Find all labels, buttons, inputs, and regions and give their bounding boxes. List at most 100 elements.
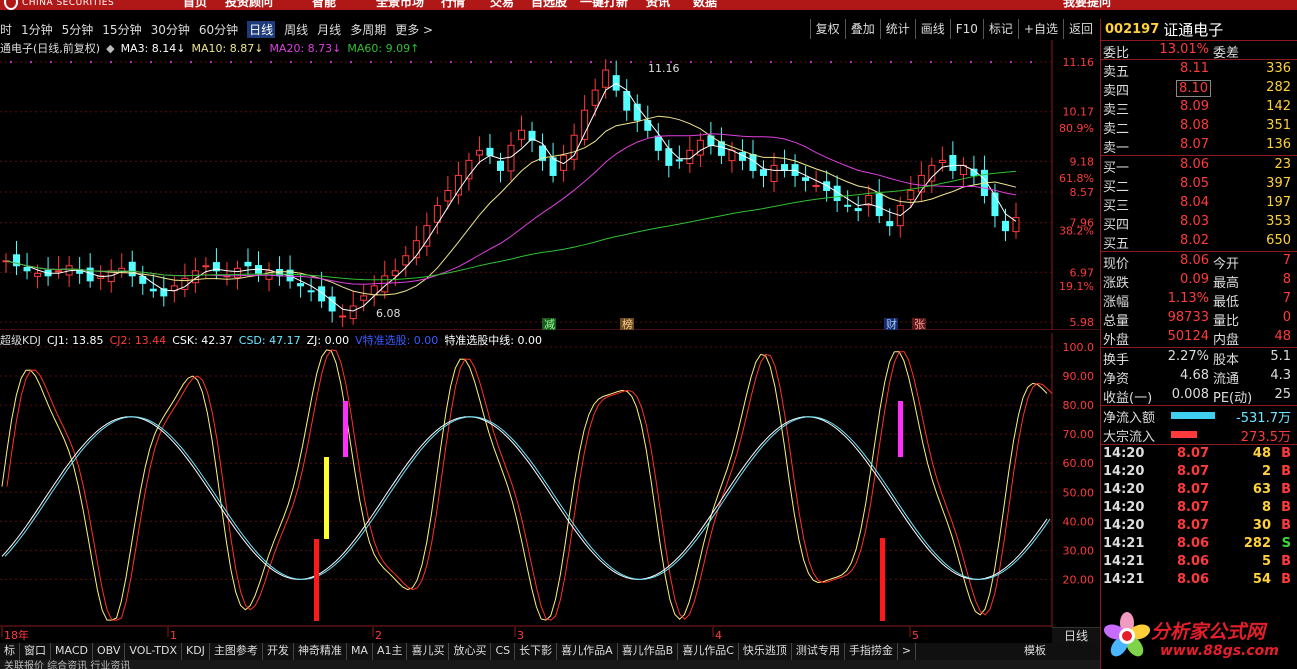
tick-time: 14:21	[1103, 554, 1145, 569]
date-axis-label: 4	[715, 629, 722, 642]
ask-volume: 336	[1266, 61, 1291, 76]
indicator-tab[interactable]: >	[898, 643, 917, 660]
indicator-tab[interactable]: 神奇精准	[294, 643, 347, 660]
indicator-tab[interactable]: MA	[347, 643, 373, 660]
indicator-tab[interactable]: MACD	[51, 643, 93, 660]
indicator-tab[interactable]: 开发	[263, 643, 294, 660]
stock-code: 002197	[1105, 22, 1160, 37]
tick-side: B	[1281, 554, 1291, 569]
menu-ipo[interactable]: 一键打新	[580, 0, 628, 10]
indicator-tab[interactable]: 手指捞金	[845, 643, 898, 660]
indicator-tab[interactable]: CS	[491, 643, 516, 660]
ask-row[interactable]: 卖四 8.10 282	[1101, 79, 1297, 99]
indicator-tab[interactable]: 喜儿买	[407, 643, 450, 660]
indicator-grid: 100.0 90.00 80.00 70.00 60.00 50.00 40.00 30.00…	[0, 333, 1094, 643]
tab-time[interactable]: 时	[0, 21, 12, 38]
back-button[interactable]: 返回	[1062, 19, 1098, 39]
signal-bar	[314, 539, 319, 621]
tick-side: B	[1281, 446, 1291, 461]
indicator-tab[interactable]: OBV	[93, 643, 126, 660]
price-axis: 11.1610.1780.9%9.1861.8%8.577.9638.2%6.9…	[1059, 56, 1094, 329]
menu-home[interactable]: 首页	[183, 0, 207, 10]
bid-row[interactable]: 买一 8.06 23	[1101, 156, 1297, 176]
tick-side: B	[1281, 518, 1291, 533]
indicator-tab[interactable]: 窗口	[20, 643, 51, 660]
price-axis-label: 5.98	[1070, 316, 1095, 329]
overlay-button[interactable]: 叠加	[844, 19, 880, 39]
day-tab[interactable]: 日线	[1052, 627, 1100, 643]
date-axis: 18年 1 2 3 4 5	[0, 627, 1052, 643]
indicator-tab[interactable]: 标	[0, 643, 20, 660]
mark-button[interactable]: 标记	[982, 19, 1018, 39]
menu-data[interactable]: 数据	[693, 0, 717, 10]
indicator-tab[interactable]: 快乐逃顶	[739, 643, 792, 660]
event-marker[interactable]: 张	[914, 318, 925, 330]
indicator-tab[interactable]: 放心买	[449, 643, 492, 660]
candlestick-chart[interactable]: 11.1610.1780.9%9.1861.8%8.577.9638.2%6.9…	[0, 40, 1100, 330]
model-tab[interactable]: 模板	[1018, 643, 1052, 660]
kdj-indicator-chart[interactable]: 100.0 90.00 80.00 70.00 60.00 50.00 40.00 30.00…	[0, 333, 1100, 643]
ask-row[interactable]: 卖五 8.11 336	[1101, 60, 1297, 80]
event-marker[interactable]: 减	[544, 318, 555, 330]
candle-body	[1001, 220, 1009, 232]
candle-body	[149, 288, 157, 292]
ask-row[interactable]: 卖二 8.08 351	[1101, 117, 1297, 137]
tab-weekly[interactable]: 周线	[284, 21, 308, 38]
bid-row[interactable]: 买五 8.02 650	[1101, 232, 1297, 252]
bid-row[interactable]: 买三 8.04 197	[1101, 194, 1297, 214]
tick-time: 14:20	[1103, 482, 1145, 497]
tick-row: 14:20 8.07 2 B	[1101, 463, 1297, 481]
ask-row[interactable]: 卖三 8.09 142	[1101, 98, 1297, 118]
draw-button[interactable]: 画线	[914, 19, 950, 39]
tab-more[interactable]: 更多 >	[395, 21, 433, 38]
candle-body	[781, 164, 789, 171]
date-axis-label: 2	[375, 629, 382, 642]
indicator-axis-label: 60.00	[1063, 457, 1095, 470]
flow-label: 净流入额	[1103, 411, 1156, 426]
menu-advisor[interactable]: 投资顾问	[225, 0, 273, 10]
candle-body	[549, 157, 557, 176]
bid-label: 买四	[1103, 218, 1130, 233]
menu-smart[interactable]: 智能	[312, 0, 336, 10]
event-marker[interactable]: 榜	[622, 317, 633, 330]
ask-volume: 351	[1266, 118, 1291, 133]
tab-monthly[interactable]: 月线	[317, 21, 341, 38]
tab-15min[interactable]: 15分钟	[102, 21, 141, 38]
tab-daily[interactable]: 日线	[247, 20, 276, 38]
tick-row: 14:21 8.06 5 B	[1101, 553, 1297, 571]
indicator-tab[interactable]: 喜儿作品C	[678, 643, 739, 660]
indicator-tab[interactable]: A1主	[373, 643, 408, 660]
tab-60min[interactable]: 60分钟	[199, 21, 238, 38]
tab-5min[interactable]: 5分钟	[62, 21, 94, 38]
tab-1min[interactable]: 1分钟	[21, 21, 53, 38]
indicator-tab[interactable]: 喜儿作品A	[557, 643, 618, 660]
menu-trade[interactable]: 交易	[490, 0, 514, 10]
indicator-tab[interactable]: 喜儿作品B	[618, 643, 679, 660]
tab-30min[interactable]: 30分钟	[151, 21, 190, 38]
menu-quotes[interactable]: 行情	[441, 0, 465, 10]
indicator-axis-label: 100.0	[1063, 341, 1095, 354]
menu-news[interactable]: 资讯	[646, 0, 670, 10]
stats-button[interactable]: 统计	[879, 19, 915, 39]
bid-book: 买一 8.06 23 买二 8.05 397 买三 8.04 197 买四 8.03 353 买五 8.0…	[1101, 156, 1297, 252]
bid-row[interactable]: 买四 8.03 353	[1101, 213, 1297, 233]
indicator-tab[interactable]: VOL-TDX	[125, 643, 182, 660]
f10-button[interactable]: F10	[949, 19, 983, 39]
ask-label: 卖五	[1103, 65, 1130, 80]
indicator-tab[interactable]: KDJ	[182, 643, 210, 660]
tab-multi-period[interactable]: 多周期	[350, 21, 386, 38]
ask-row[interactable]: 卖一 8.07 136	[1101, 136, 1297, 156]
menu-market[interactable]: 全景市场	[376, 0, 424, 10]
fund-flows: 净流入额 -531.7万 大宗流入 273.5万	[1101, 406, 1297, 445]
bid-row[interactable]: 买二 8.05 397	[1101, 175, 1297, 195]
indicator-tab[interactable]: 长下影	[515, 643, 558, 660]
indicator-tab[interactable]: 主图参考	[210, 643, 263, 660]
menu-ask[interactable]: 我要提问	[1063, 0, 1111, 10]
ask-label: 卖一	[1103, 141, 1130, 156]
add-watchlist-button[interactable]: +自选	[1017, 19, 1063, 39]
adjust-button[interactable]: 复权	[809, 19, 845, 39]
indicator-tab[interactable]: 测试专用	[792, 643, 845, 660]
event-marker[interactable]: 财	[886, 317, 897, 330]
signal-bar	[324, 457, 329, 539]
menu-watchlist[interactable]: 自选股	[531, 0, 567, 10]
